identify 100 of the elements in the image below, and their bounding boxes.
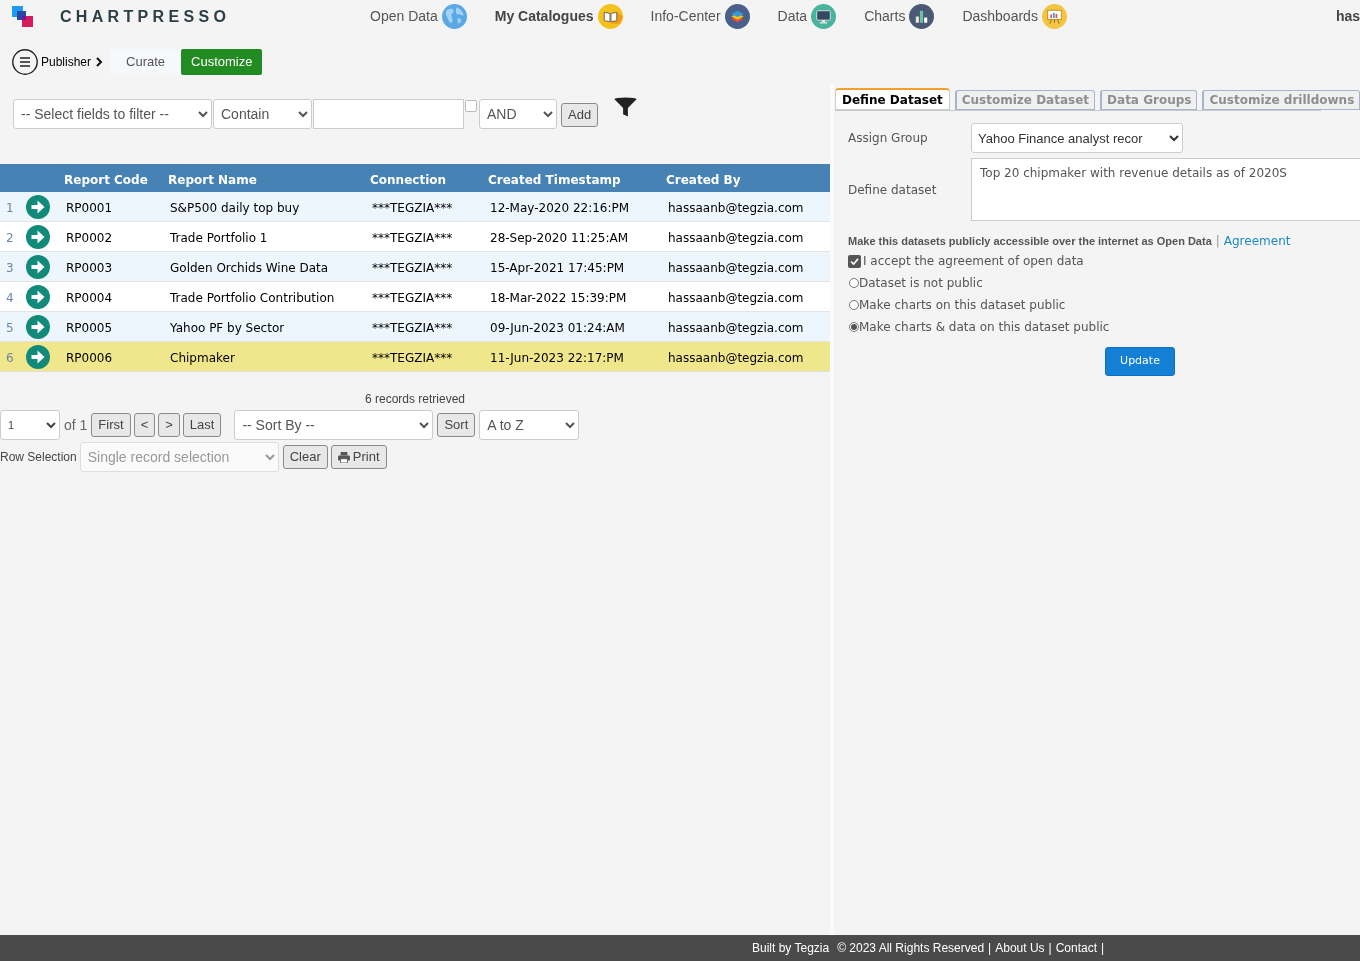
define-dataset-label: Define dataset	[848, 181, 938, 199]
table-row[interactable]: 3 RP0003 Golden Orchids Wine Data ***TEGZIA*** 15-Apr-2021 17:45:PM hassaanb@tegzia.com	[0, 252, 830, 282]
nav-link[interactable]: Open Data	[370, 4, 467, 29]
table-cell: ***TEGZIA***	[372, 350, 453, 365]
table-cell: 09-Jun-2023 01:24:AM	[490, 320, 625, 335]
radio-label: Make charts & data on this dataset public	[859, 319, 1110, 336]
table-cell: ***TEGZIA***	[372, 260, 453, 275]
table-cell: Golden Orchids Wine Data	[170, 260, 329, 275]
mode-tab[interactable]: Curate	[110, 49, 182, 75]
pager-button[interactable]: First	[91, 413, 131, 437]
sort-button[interactable]: Sort	[437, 413, 476, 437]
clear-button[interactable]: Clear	[282, 445, 328, 469]
filter-value-input[interactable]	[313, 99, 464, 129]
nav-link[interactable]: Dashboards	[962, 4, 1067, 29]
arrow-circle-icon[interactable]	[26, 314, 50, 339]
separator: |	[1215, 233, 1220, 250]
arrow-circle-icon[interactable]	[26, 344, 50, 369]
agreement-link[interactable]: Agreement	[1223, 232, 1291, 250]
table-row[interactable]: 6 RP0006 Chipmaker ***TEGZIA*** 11-Jun-2023 22:17:PM hassaanb@tegzia.com	[0, 342, 830, 372]
column-header[interactable]: Connection	[370, 173, 447, 187]
filter-logic-select[interactable]: AND	[479, 99, 557, 129]
radio-button[interactable]	[849, 322, 859, 332]
table-cell: hassaanb@tegzia.com	[668, 200, 804, 215]
add-button[interactable]: Add	[561, 103, 599, 127]
bar-chart-icon	[909, 4, 935, 29]
nav-link[interactable]: Data	[777, 4, 837, 29]
book-icon	[597, 4, 623, 29]
table-cell: hassaanb@tegzia.com	[668, 350, 804, 365]
pager-button[interactable]: >	[158, 413, 180, 437]
filter-icon[interactable]	[614, 97, 638, 118]
table-cell: Yahoo PF by Sector	[170, 320, 285, 335]
option-checkbox[interactable]	[465, 100, 477, 112]
table-row[interactable]: 4 RP0004 Trade Portfolio Contribution ***TEGZIA*** 18-Mar-2022 15:39:PM hassaanb@tegzia.com	[0, 282, 830, 312]
row-selection-label: Row Selection	[0, 449, 77, 466]
table-cell: ***TEGZIA***	[372, 290, 453, 305]
table-cell: RP0002	[66, 230, 113, 245]
footer-separator: |	[1048, 940, 1052, 957]
filter-operator-select[interactable]: Contain	[213, 99, 312, 129]
mode-tab[interactable]: Customize	[181, 49, 263, 75]
table-row[interactable]: 2 RP0002 Trade Portfolio 1 ***TEGZIA*** 28-Sep-2020 11:25:AM hassaanb@tegzia.com	[0, 222, 830, 252]
chevron-right-icon	[96, 57, 104, 67]
assign-group-select[interactable]: Yahoo Finance analyst recor	[971, 123, 1183, 153]
assign-group-label: Assign Group	[848, 130, 929, 147]
sort-order-select[interactable]: A to Z	[479, 410, 580, 440]
accept-checkbox[interactable]	[848, 254, 861, 268]
nav-link[interactable]: Charts	[864, 4, 935, 29]
user-name[interactable]: has	[1335, 6, 1360, 27]
table-row[interactable]: 1 RP0001 S&P500 daily top buy ***TEGZIA*** 12-May-2020 22:16:PM hassaanb@tegzia.com	[0, 192, 830, 222]
pager-button[interactable]: Last	[182, 413, 222, 437]
table-cell: 11-Jun-2023 22:17:PM	[490, 350, 624, 365]
nav-link[interactable]: Info-Center	[650, 4, 750, 29]
update-button[interactable]: Update	[1105, 347, 1175, 376]
records-count: 6 records retrieved	[364, 391, 465, 408]
table-cell: 12-May-2020 22:16:PM	[490, 200, 630, 215]
table-cell: 28-Sep-2020 11:25:AM	[490, 230, 629, 245]
presentation-board-icon	[1041, 4, 1067, 29]
column-header[interactable]: Report Name	[168, 173, 257, 187]
table-row[interactable]: 5 RP0005 Yahoo PF by Sector ***TEGZIA*** 09-Jun-2023 01:24:AM hassaanb@tegzia.com	[0, 312, 830, 342]
table-cell: hassaanb@tegzia.com	[668, 290, 804, 305]
footer-link[interactable]: About Us	[995, 939, 1045, 957]
print-button[interactable]: Print	[330, 445, 387, 469]
table-cell: ***TEGZIA***	[372, 230, 453, 245]
dataset-description-field[interactable]: Top 20 chipmaker with revenue details as of 2020S	[971, 158, 1360, 221]
table-cell: hassaanb@tegzia.com	[668, 230, 804, 245]
table-cell: RP0001	[66, 200, 113, 215]
radio-label: Dataset is not public	[859, 275, 983, 292]
menu-icon[interactable]	[12, 49, 38, 75]
table-cell: RP0006	[66, 350, 113, 365]
footer-link[interactable]: Contact	[1055, 939, 1098, 957]
sort-by-select[interactable]: -- Sort By --	[234, 410, 434, 440]
table-cell: Trade Portfolio 1	[170, 230, 268, 245]
arrow-circle-icon[interactable]	[26, 224, 50, 249]
arrow-circle-icon[interactable]	[26, 254, 50, 279]
row-number: 3	[6, 260, 14, 275]
footer-separator: |	[988, 940, 992, 957]
row-number: 2	[6, 230, 14, 245]
dataset-tab[interactable]: Define Dataset	[835, 88, 950, 110]
brand-name: CHARTPRESSO	[60, 6, 231, 27]
column-header[interactable]: Created Timestamp	[488, 173, 621, 187]
row-number: 6	[6, 350, 14, 365]
nav-link[interactable]: My Catalogues	[494, 4, 623, 29]
logo-icon	[12, 6, 33, 27]
row-number: 4	[6, 290, 14, 305]
arrow-circle-icon[interactable]	[26, 284, 50, 309]
page-select[interactable]: 1	[0, 410, 60, 440]
arrow-circle-icon[interactable]	[26, 194, 50, 219]
table-cell: S&P500 daily top buy	[170, 200, 300, 215]
radio-button[interactable]	[849, 278, 859, 288]
pager-button[interactable]: <	[133, 413, 156, 437]
breadcrumb-label[interactable]: Publisher	[41, 53, 92, 71]
table-cell: RP0003	[66, 260, 113, 275]
footer-text: © 2023 All Rights Reserved	[837, 940, 985, 957]
table-cell: ***TEGZIA***	[372, 200, 453, 215]
column-header[interactable]: Created By	[666, 173, 741, 187]
radio-button[interactable]	[849, 300, 859, 310]
page-total: of 1	[64, 415, 88, 435]
filter-field-select[interactable]: -- Select fields to filter --	[13, 99, 212, 129]
footer-separator: |	[1101, 940, 1105, 957]
column-header[interactable]: Report Code	[64, 173, 148, 187]
accept-label: I accept the agreement of open data	[863, 253, 1084, 270]
